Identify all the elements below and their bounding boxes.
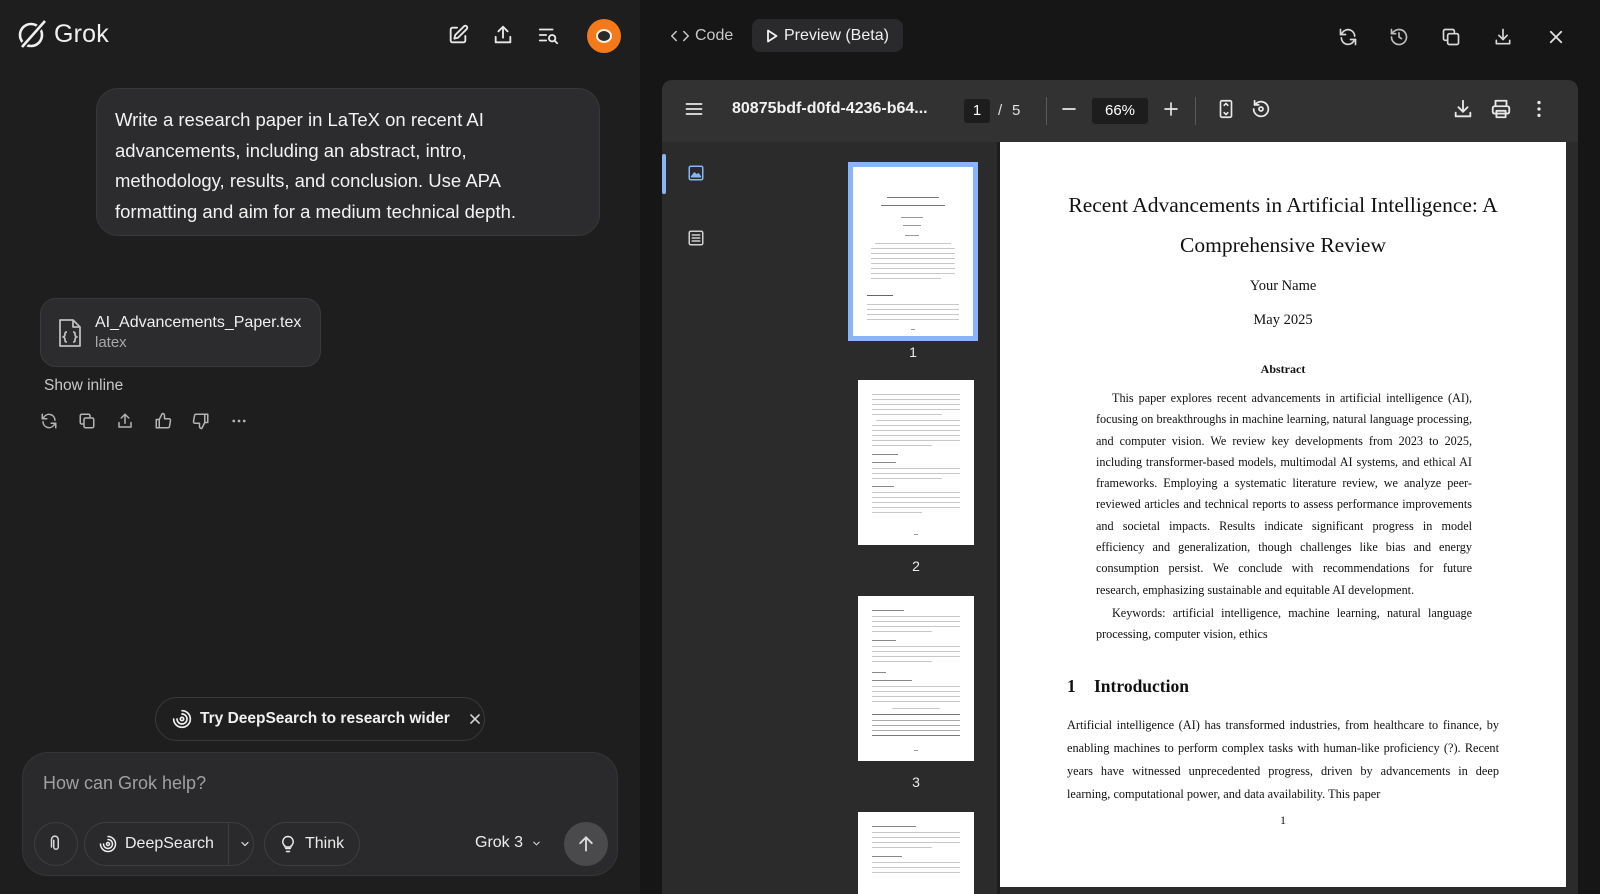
page-footer-number: 1 bbox=[1280, 813, 1286, 827]
refresh-icon[interactable] bbox=[1333, 22, 1363, 52]
message-actions bbox=[38, 410, 250, 432]
menu-icon[interactable] bbox=[684, 99, 704, 119]
lightbulb-icon bbox=[279, 835, 297, 853]
prompt-input[interactable] bbox=[43, 773, 563, 794]
divider bbox=[1195, 97, 1196, 125]
send-button[interactable] bbox=[564, 822, 608, 866]
new-chat-icon[interactable] bbox=[443, 20, 473, 50]
model-select[interactable]: Grok 3 bbox=[475, 834, 542, 852]
attach-button[interactable] bbox=[34, 822, 78, 866]
history-search-icon[interactable] bbox=[533, 20, 563, 50]
play-icon bbox=[766, 29, 778, 43]
thumbnail-label: 3 bbox=[912, 774, 920, 790]
active-indicator bbox=[662, 154, 666, 194]
avatar-image bbox=[596, 29, 612, 43]
page-thumbnail-1[interactable] bbox=[848, 162, 978, 341]
page-total: 5 bbox=[1012, 102, 1021, 119]
page-separator: / bbox=[998, 102, 1003, 119]
app-name: Grok bbox=[54, 19, 109, 48]
page-thumbnail-4[interactable] bbox=[858, 812, 974, 894]
intro-text: Artificial intelligence (AI) has transfo… bbox=[1067, 718, 1499, 801]
close-icon[interactable] bbox=[468, 712, 482, 726]
paper-author: Your Name bbox=[1249, 278, 1317, 294]
chevron-down-icon[interactable] bbox=[236, 838, 253, 850]
tab-code[interactable]: Code bbox=[665, 20, 739, 52]
zoom-in-icon[interactable] bbox=[1162, 100, 1180, 118]
download-icon[interactable] bbox=[1488, 22, 1518, 52]
tab-preview-label: Preview (Beta) bbox=[784, 26, 889, 44]
pdf-viewer: 80875bdf-d0fd-4236-b64... 1 / 5 66% 1 2 … bbox=[662, 80, 1578, 894]
avatar[interactable] bbox=[587, 19, 621, 53]
think-button[interactable]: Think bbox=[264, 822, 360, 866]
outline-view-icon[interactable] bbox=[687, 229, 705, 247]
composer: DeepSearch Think Grok 3 bbox=[22, 752, 618, 876]
more-icon[interactable] bbox=[228, 410, 250, 432]
pdf-toolbar: 80875bdf-d0fd-4236-b64... 1 / 5 66% bbox=[662, 80, 1578, 142]
deepsearch-suggestion[interactable]: Try DeepSearch to research wider bbox=[155, 697, 485, 741]
page-number-input[interactable]: 1 bbox=[964, 99, 990, 123]
grok-logo-icon bbox=[16, 18, 48, 50]
refresh-icon[interactable] bbox=[38, 410, 60, 432]
download-icon[interactable] bbox=[1452, 98, 1474, 120]
thumbnail-panel: 1 2 3 bbox=[732, 142, 1000, 894]
pdf-sidebar-tabs bbox=[662, 142, 732, 894]
history-icon[interactable] bbox=[1384, 22, 1414, 52]
tab-code-label: Code bbox=[695, 27, 734, 44]
abstract-heading: Abstract bbox=[1260, 362, 1306, 376]
page-thumbnail-2[interactable] bbox=[858, 380, 974, 545]
fit-page-icon[interactable] bbox=[1215, 98, 1237, 120]
copy-icon[interactable] bbox=[1436, 22, 1466, 52]
share-icon[interactable] bbox=[114, 410, 136, 432]
abstract-text: This paper explores recent advancements … bbox=[1096, 391, 1472, 597]
attachment-type: latex bbox=[95, 334, 127, 351]
copy-icon[interactable] bbox=[76, 410, 98, 432]
chat-pane: Grok Write a research paper in LaTeX on … bbox=[0, 0, 640, 894]
code-file-icon bbox=[57, 318, 83, 348]
print-icon[interactable] bbox=[1490, 98, 1512, 120]
thumbnail-view-icon[interactable] bbox=[687, 164, 705, 182]
user-message: Write a research paper in LaTeX on recen… bbox=[96, 88, 600, 236]
chevron-down-icon bbox=[531, 838, 542, 849]
thumbnail-label: 2 bbox=[912, 558, 920, 574]
pdf-page: Recent Advancements in Artificial Intell… bbox=[1000, 142, 1566, 887]
zoom-out-icon[interactable] bbox=[1060, 100, 1078, 118]
deepsearch-label: DeepSearch bbox=[125, 835, 214, 852]
deepsearch-suggestion-label: Try DeepSearch to research wider bbox=[200, 710, 450, 727]
thumbs-up-icon[interactable] bbox=[152, 410, 174, 432]
share-icon[interactable] bbox=[488, 20, 518, 50]
deepsearch-button[interactable]: DeepSearch bbox=[84, 822, 254, 866]
think-label: Think bbox=[305, 835, 345, 852]
tab-preview[interactable]: Preview (Beta) bbox=[752, 19, 903, 52]
paper-date: May 2025 bbox=[1253, 312, 1313, 328]
thumbs-down-icon[interactable] bbox=[190, 410, 212, 432]
rotate-icon[interactable] bbox=[1250, 98, 1272, 120]
close-icon[interactable] bbox=[1541, 22, 1571, 52]
zoom-level[interactable]: 66% bbox=[1092, 98, 1148, 124]
section-number: 1 bbox=[1067, 676, 1076, 696]
attachment-name: AI_Advancements_Paper.tex bbox=[95, 314, 302, 331]
model-name: Grok 3 bbox=[475, 834, 524, 851]
more-vertical-icon[interactable] bbox=[1528, 98, 1550, 120]
keywords-text: Keywords: artificial intelligence, machi… bbox=[1096, 606, 1472, 642]
section-title: Introduction bbox=[1094, 676, 1189, 696]
show-inline-link[interactable]: Show inline bbox=[44, 377, 123, 395]
pdf-filename: 80875bdf-d0fd-4236-b64... bbox=[732, 100, 928, 117]
paper-title: Recent Advancements in Artificial Intell… bbox=[1068, 193, 1498, 257]
grok-logo[interactable]: Grok bbox=[16, 18, 109, 50]
divider bbox=[1046, 97, 1047, 125]
page-thumbnail-3[interactable] bbox=[858, 596, 974, 761]
code-icon bbox=[671, 29, 689, 43]
deepsearch-icon bbox=[99, 835, 117, 853]
thumbnail-label: 1 bbox=[909, 344, 917, 360]
arrow-up-icon bbox=[576, 834, 596, 854]
attachment-card[interactable]: AI_Advancements_Paper.tex latex bbox=[40, 298, 321, 367]
deepsearch-icon bbox=[172, 709, 192, 729]
paperclip-icon bbox=[47, 835, 65, 853]
